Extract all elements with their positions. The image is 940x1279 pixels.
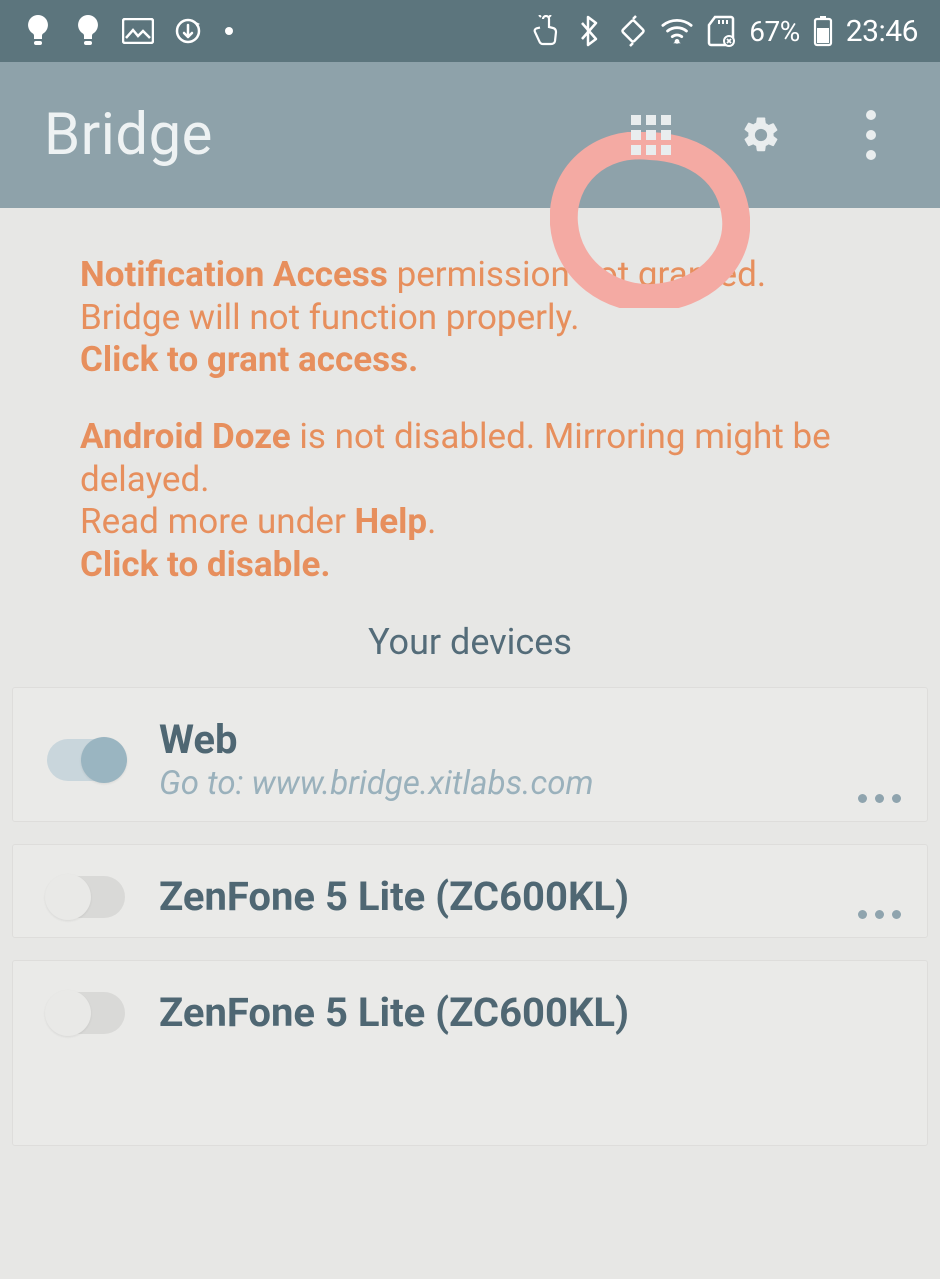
clock: 23:46 [846,14,918,49]
device-toggle[interactable] [47,992,125,1034]
dot-icon [222,15,236,47]
device-card-zenfone-1[interactable]: ZenFone 5 Lite (ZC600KL) [12,844,928,938]
rotate-icon [617,15,649,47]
warning-bold: Android Doze [80,416,291,457]
device-more-button[interactable] [858,910,901,919]
wifi-icon [661,15,693,47]
gear-icon [740,113,782,157]
devices-section-header: Your devices [80,621,860,663]
device-name: ZenFone 5 Lite (ZC600KL) [159,991,629,1035]
battery-icon [812,15,834,47]
warning-bold: Notification Access [80,254,388,295]
main-content: Notification Access permission not grant… [0,208,940,1146]
battery-percentage: 67% [749,15,799,48]
bluetooth-icon [573,15,605,47]
bulb-icon [22,15,54,47]
device-name: Web [159,718,594,762]
app-bar: Bridge [0,62,940,208]
vertical-dots-icon [866,110,876,160]
touch-icon [529,15,561,47]
status-bar: 67% 23:46 [0,0,940,62]
status-right-icons: 67% 23:46 [529,14,918,49]
app-bar-actions [630,114,910,156]
apps-grid-button[interactable] [630,114,672,156]
image-icon [122,15,154,47]
bulb-icon [72,15,104,47]
settings-button[interactable] [740,114,782,156]
device-name: ZenFone 5 Lite (ZC600KL) [159,875,629,919]
grid-icon [631,115,671,155]
device-toggle[interactable] [47,876,125,918]
devices-list: Web Go to: www.bridge.xitlabs.com ZenFon… [8,687,932,1146]
notification-access-warning[interactable]: Notification Access permission not grant… [80,254,860,382]
device-more-button[interactable] [858,794,901,803]
sd-card-icon [705,15,737,47]
status-left-icons [22,15,236,47]
doze-warning[interactable]: Android Doze is not disabled. Mirroring … [80,416,860,587]
warning-help-bold: Help [354,501,427,542]
sync-icon [172,15,204,47]
warning-help-post: . [427,501,436,542]
device-card-web[interactable]: Web Go to: www.bridge.xitlabs.com [12,687,928,822]
device-toggle[interactable] [47,739,125,781]
overflow-menu-button[interactable] [850,114,892,156]
warning-help-pre: Read more under [80,501,354,542]
device-subtitle: Go to: www.bridge.xitlabs.com [159,764,594,803]
device-card-zenfone-2[interactable]: ZenFone 5 Lite (ZC600KL) [12,960,928,1146]
warning-cta: Click to grant access. [80,339,418,380]
page-title: Bridge [44,101,213,169]
warning-cta: Click to disable. [80,544,331,585]
